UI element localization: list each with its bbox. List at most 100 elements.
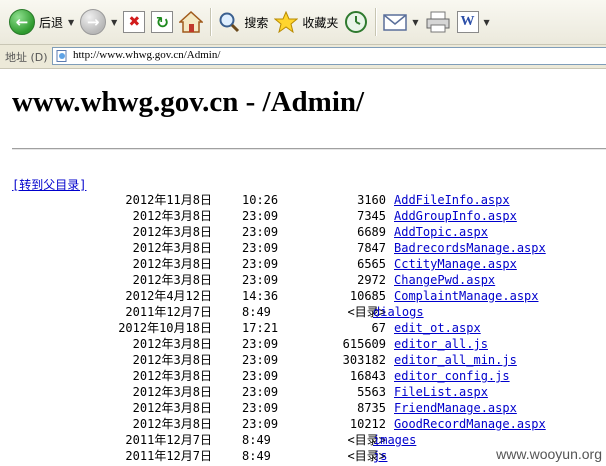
listing-row: 2012年3月8日 23:09 6689 AddTopic.aspx (0, 224, 606, 240)
listing-row: 2012年3月8日 23:09 2972 ChangePwd.aspx (0, 272, 606, 288)
file-size: 16843 (349, 369, 386, 383)
listing-row: 2012年10月18日 17:21 67 edit_ot.aspx (0, 320, 606, 336)
file-link[interactable]: ChangePwd.aspx (394, 272, 495, 288)
back-button[interactable]: ← 后退 ▼ (6, 5, 77, 39)
file-size: 67 (371, 321, 386, 335)
forward-button[interactable]: → ▼ (77, 5, 120, 39)
file-size: 7847 (357, 241, 386, 255)
address-input[interactable]: http://www.whwg.gov.cn/Admin/ (52, 47, 606, 65)
page-icon (56, 50, 67, 62)
file-time: 23:09 (242, 385, 279, 399)
forward-icon: → (80, 9, 107, 35)
file-link[interactable]: FileList.aspx (394, 384, 488, 400)
file-date: 2012年3月8日 (132, 353, 212, 367)
file-size: 6689 (357, 225, 386, 239)
file-link[interactable]: GoodRecordManage.aspx (394, 416, 546, 432)
file-time: 8:49 (242, 449, 271, 463)
file-time: 23:09 (242, 257, 279, 271)
file-date: 2012年3月8日 (132, 241, 212, 255)
file-size: 2972 (357, 273, 386, 287)
browser-toolbar: ← 后退 ▼ → ▼ ✖ ↻ 搜索 收藏夹 ▼ W ▼ (0, 0, 606, 45)
edit-word-icon: W (456, 11, 479, 33)
file-link[interactable]: AddGroupInfo.aspx (394, 208, 517, 224)
listing-row: 2012年11月8日 10:26 3160 AddFileInfo.aspx (0, 192, 606, 208)
file-date: 2011年12月7日 (125, 305, 212, 319)
edit-button[interactable]: W ▼ (454, 5, 493, 39)
file-time: 23:09 (242, 417, 279, 431)
directory-link[interactable]: js (373, 448, 387, 464)
file-date: 2012年3月8日 (132, 401, 212, 415)
file-size: 6565 (357, 257, 386, 271)
home-button[interactable] (176, 5, 206, 39)
address-url[interactable]: http://www.whwg.gov.cn/Admin/ (73, 49, 220, 61)
print-icon (426, 11, 450, 33)
file-date: 2012年11月8日 (125, 193, 212, 207)
search-button[interactable]: 搜索 (215, 5, 271, 39)
watermark: www.wooyun.org (496, 446, 602, 462)
stop-button[interactable]: ✖ (120, 5, 148, 39)
listing-row: 2012年3月8日 23:09 10212 GoodRecordManage.aspx (0, 416, 606, 432)
file-size: 10685 (349, 289, 386, 303)
refresh-button[interactable]: ↻ (148, 5, 176, 39)
divider (12, 148, 606, 150)
listing-row: 2012年3月8日 23:09 615609 editor_all.js (0, 336, 606, 352)
file-size: 7345 (357, 209, 386, 223)
file-link[interactable]: AddTopic.aspx (394, 224, 488, 240)
listing-row: 2012年3月8日 23:09 6565 CctityManage.aspx (0, 256, 606, 272)
file-link[interactable]: ComplaintManage.aspx (394, 288, 539, 304)
toolbar-separator (375, 8, 377, 36)
history-icon (345, 11, 368, 33)
file-time: 10:26 (242, 193, 279, 207)
favorites-button[interactable]: 收藏夹 (271, 5, 341, 39)
listing-row: 2012年4月12日 14:36 10685 ComplaintManage.aspx (0, 288, 606, 304)
file-size: 5563 (357, 385, 386, 399)
file-date: 2012年3月8日 (132, 209, 212, 223)
file-date: 2012年3月8日 (132, 417, 212, 431)
file-date: 2012年10月18日 (118, 321, 212, 335)
mail-button[interactable]: ▼ (380, 5, 421, 39)
listing-row: 2012年3月8日 23:09 8735 FriendManage.aspx (0, 400, 606, 416)
file-link[interactable]: editor_all.js (394, 336, 488, 352)
file-time: 17:21 (242, 321, 279, 335)
file-link[interactable]: edit_ot.aspx (394, 320, 481, 336)
favorites-label: 收藏夹 (302, 15, 339, 30)
file-link[interactable]: FriendManage.aspx (394, 400, 517, 416)
file-link[interactable]: CctityManage.aspx (394, 256, 517, 272)
parent-directory-link[interactable]: [转到父目录] (12, 176, 86, 193)
file-time: 23:09 (242, 401, 279, 415)
directory-link[interactable]: images (373, 432, 416, 448)
back-label: 后退 (39, 15, 64, 30)
file-link[interactable]: AddFileInfo.aspx (394, 192, 510, 208)
file-time: 8:49 (242, 433, 271, 447)
print-button[interactable] (422, 5, 454, 39)
stop-icon: ✖ (123, 11, 146, 33)
listing-row: 2012年3月8日 23:09 5563 FileList.aspx (0, 384, 606, 400)
file-date: 2012年3月8日 (132, 225, 212, 239)
mail-dropdown-icon[interactable]: ▼ (412, 18, 418, 27)
file-link[interactable]: BadrecordsManage.aspx (394, 240, 546, 256)
file-date: 2011年12月7日 (125, 433, 212, 447)
file-time: 23:09 (242, 369, 279, 383)
file-date: 2012年4月12日 (125, 289, 212, 303)
file-date: 2012年3月8日 (132, 369, 212, 383)
file-time: 23:09 (242, 225, 279, 239)
favorites-star-icon (274, 11, 299, 33)
back-dropdown-icon[interactable]: ▼ (68, 18, 74, 27)
directory-link[interactable]: dialogs (373, 304, 424, 320)
file-time: 23:09 (242, 209, 279, 223)
file-link[interactable]: editor_config.js (394, 368, 510, 384)
listing-row: 2012年3月8日 23:09 7345 AddGroupInfo.aspx (0, 208, 606, 224)
mail-icon (383, 14, 408, 31)
history-button[interactable] (341, 5, 371, 39)
file-link[interactable]: editor_all_min.js (394, 352, 517, 368)
file-date: 2012年3月8日 (132, 385, 212, 399)
search-label: 搜索 (244, 15, 269, 30)
file-date: 2012年3月8日 (132, 273, 212, 287)
search-icon (219, 12, 240, 33)
edit-dropdown-icon[interactable]: ▼ (484, 18, 490, 27)
file-time: 8:49 (242, 305, 271, 319)
file-size: 10212 (349, 417, 386, 431)
forward-dropdown-icon[interactable]: ▼ (111, 18, 117, 27)
file-size: 8735 (357, 401, 386, 415)
directory-listing: 2012年11月8日 10:26 3160 AddFileInfo.aspx 2012年… (0, 192, 606, 464)
